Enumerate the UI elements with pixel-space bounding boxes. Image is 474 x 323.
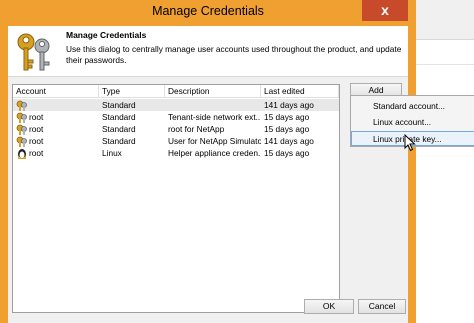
column-header-description[interactable]: Description [165, 85, 261, 98]
account-cell: root [13, 111, 99, 123]
background-toolbar [416, 0, 474, 40]
description-cell: User for NetApp Simulator [168, 136, 261, 146]
close-button[interactable]: x [362, 0, 408, 21]
account-cell: root [13, 147, 99, 159]
account-cell [13, 99, 99, 111]
background-divider [416, 64, 474, 65]
table-header: Account Type Description Last edited [13, 85, 339, 98]
last-edited-cell: 15 days ago [264, 124, 310, 134]
last-edited-cell: 15 days ago [264, 112, 310, 122]
menu-item-standard-account[interactable]: Standard account... [351, 99, 474, 114]
dialog-header: Manage Credentials Use this dialog to ce… [8, 26, 408, 77]
header-description: Use this dialog to centrally manage user… [66, 44, 402, 65]
key-icon [16, 136, 27, 147]
window-title: Manage Credentials [152, 4, 264, 18]
type-cell: Standard [102, 100, 136, 110]
account-name: root [29, 124, 44, 134]
description-cell: root for NetApp [168, 124, 225, 134]
table-row[interactable]: root Standard User for NetApp Simulator … [13, 135, 339, 147]
title-bar[interactable]: Manage Credentials x [0, 0, 416, 26]
key-icon [16, 100, 27, 111]
key-icon [16, 124, 27, 135]
mouse-cursor-icon [404, 134, 416, 152]
ok-button[interactable]: OK [304, 299, 354, 314]
account-cell: root [13, 123, 99, 135]
column-header-type[interactable]: Type [99, 85, 165, 98]
last-edited-cell: 15 days ago [264, 148, 310, 158]
description-cell: Helper appliance creden... [168, 148, 261, 158]
table-row[interactable]: Standard 141 days ago [13, 99, 339, 111]
menu-item-linux-account[interactable]: Linux account... [351, 115, 474, 130]
header-title: Manage Credentials [66, 30, 147, 40]
description-cell [165, 99, 261, 111]
key-icon [16, 112, 27, 123]
keys-icon [17, 33, 50, 71]
manage-credentials-dialog: Manage Credentials x Manage Credentials … [0, 0, 416, 323]
last-edited-cell: 141 days ago [264, 136, 314, 146]
credentials-table[interactable]: Account Type Description Last edited Sta… [12, 84, 340, 313]
dialog-client-area: Manage Credentials Use this dialog to ce… [8, 26, 408, 323]
description-cell: Tenant-side network ext... [168, 112, 261, 122]
table-row[interactable]: root Linux Helper appliance creden... 15… [13, 147, 339, 159]
account-name: root [29, 148, 44, 158]
account-name: root [29, 136, 44, 146]
column-header-account[interactable]: Account [13, 85, 99, 98]
linux-penguin-icon [18, 148, 26, 159]
type-cell: Standard [102, 136, 136, 146]
account-name: root [29, 112, 44, 122]
type-cell: Linux [102, 148, 122, 158]
last-edited-cell: 141 days ago [264, 100, 314, 110]
cancel-button[interactable]: Cancel [358, 299, 406, 314]
account-cell: root [13, 135, 99, 147]
type-cell: Standard [102, 112, 136, 122]
background-application [416, 0, 474, 323]
column-header-last-edited[interactable]: Last edited [261, 85, 339, 98]
type-cell: Standard [102, 124, 136, 134]
table-row[interactable]: root Standard Tenant-side network ext...… [13, 111, 339, 123]
table-row[interactable]: root Standard root for NetApp 15 days ag… [13, 123, 339, 135]
